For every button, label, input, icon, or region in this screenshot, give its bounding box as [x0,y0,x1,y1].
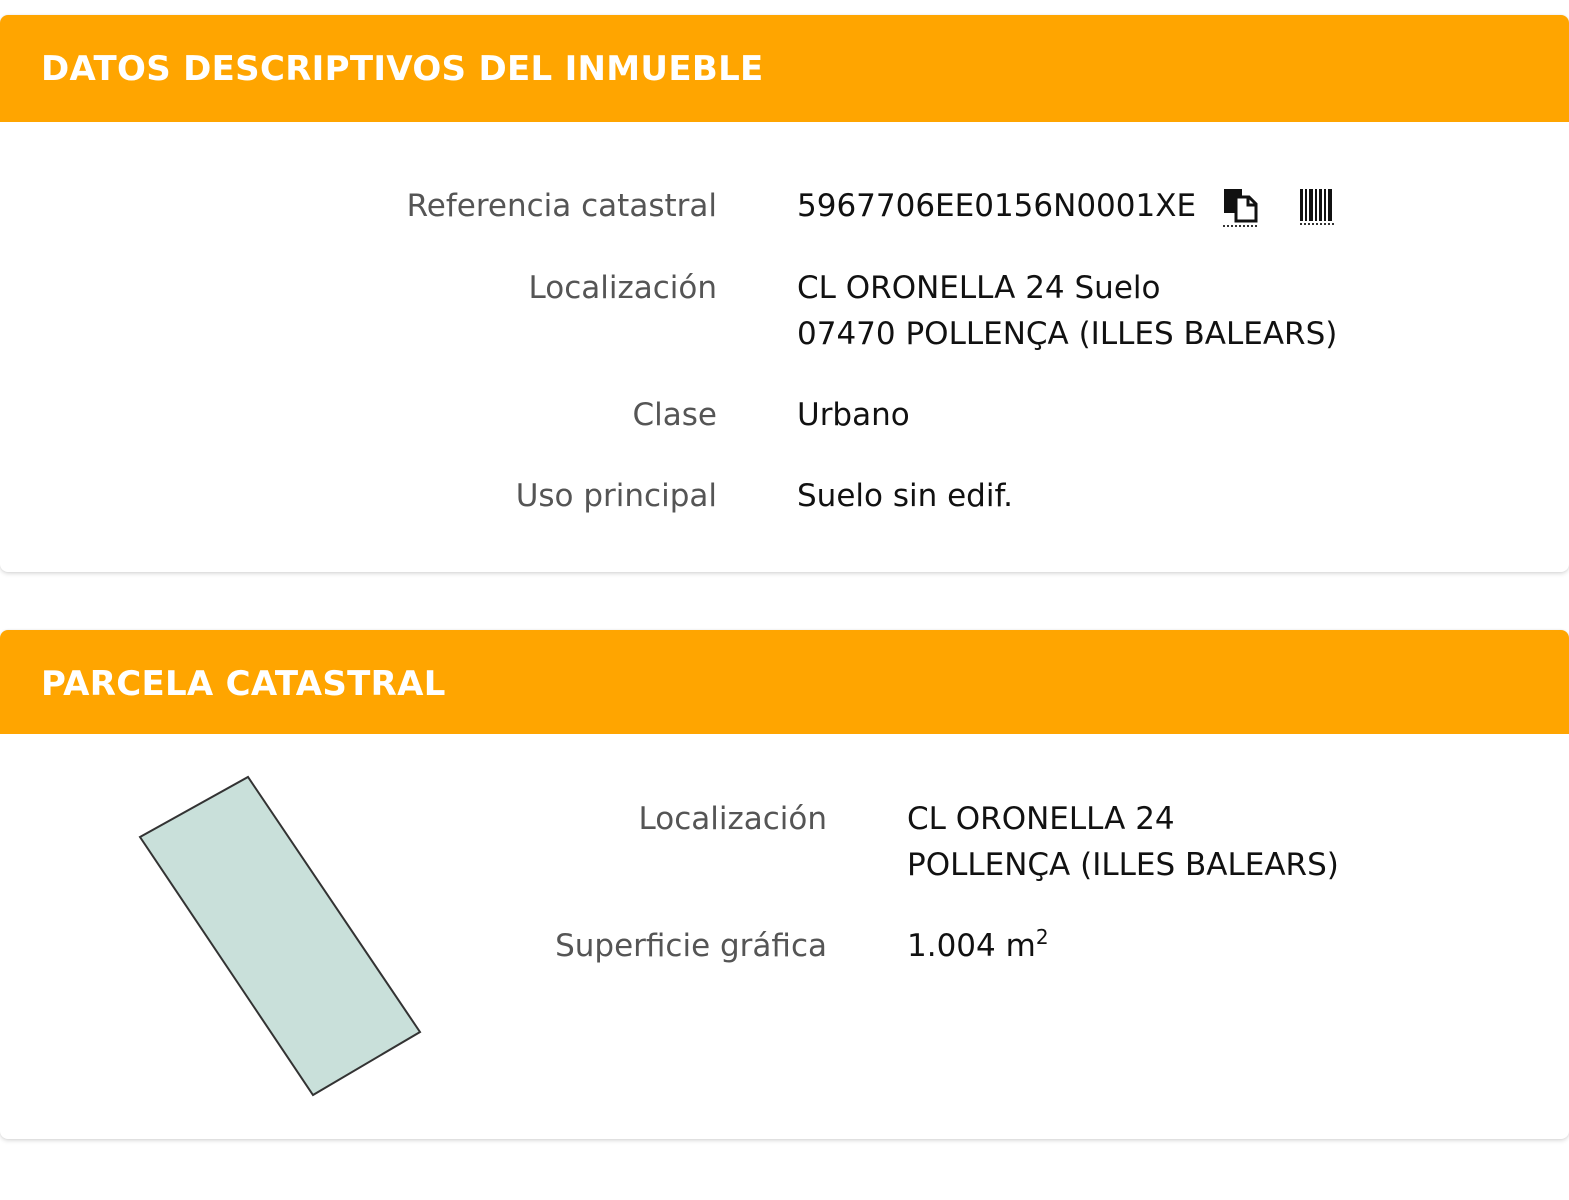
parcela-catastral-title: PARCELA CATASTRAL [41,664,446,704]
parcela-catastral-header: PARCELA CATASTRAL [0,630,1569,734]
parcela-catastral-panel: PARCELA CATASTRAL Localización CL ORONEL… [0,630,1569,1139]
clase-value: Urbano [797,397,910,433]
datos-descriptivos-header: DATOS DESCRIPTIVOS DEL INMUEBLE [0,15,1569,122]
uso-principal-label: Uso principal [515,478,717,514]
localizacion-line2: 07470 POLLENÇA (ILLES BALEARS) [797,316,1338,352]
uso-principal-value: Suelo sin edif. [797,478,1013,514]
superficie-value-number: 1.004 m [907,928,1036,964]
parcela-localizacion-label: Localización [638,801,828,837]
superficie-grafica-label: Superficie gráfica [555,928,827,964]
parcel-map-shape [138,775,422,1097]
localizacion-label: Localización [528,270,718,306]
datos-descriptivos-panel: DATOS DESCRIPTIVOS DEL INMUEBLE Referenc… [0,15,1569,572]
copy-icon[interactable] [1222,187,1258,227]
parcela-localizacion-value: CL ORONELLA 24 POLLENÇA (ILLES BALEARS) [907,796,1339,888]
parcela-localizacion-line1: CL ORONELLA 24 [907,801,1175,837]
localizacion-value: CL ORONELLA 24 Suelo 07470 POLLENÇA (ILL… [797,265,1337,357]
localizacion-line1: CL ORONELLA 24 Suelo [797,270,1161,306]
referencia-catastral-value: 5967706EE0156N0001XE [797,188,1197,224]
superficie-unit-superscript: 2 [1035,925,1049,949]
parcel-polygon [138,775,422,1097]
parcela-localizacion-line2: POLLENÇA (ILLES BALEARS) [907,847,1339,883]
superficie-grafica-value: 1.004 m2 [907,923,1049,969]
clase-label: Clase [632,397,717,433]
barcode-icon[interactable] [1299,189,1335,225]
datos-descriptivos-title: DATOS DESCRIPTIVOS DEL INMUEBLE [41,49,764,89]
referencia-catastral-label: Referencia catastral [406,188,717,224]
